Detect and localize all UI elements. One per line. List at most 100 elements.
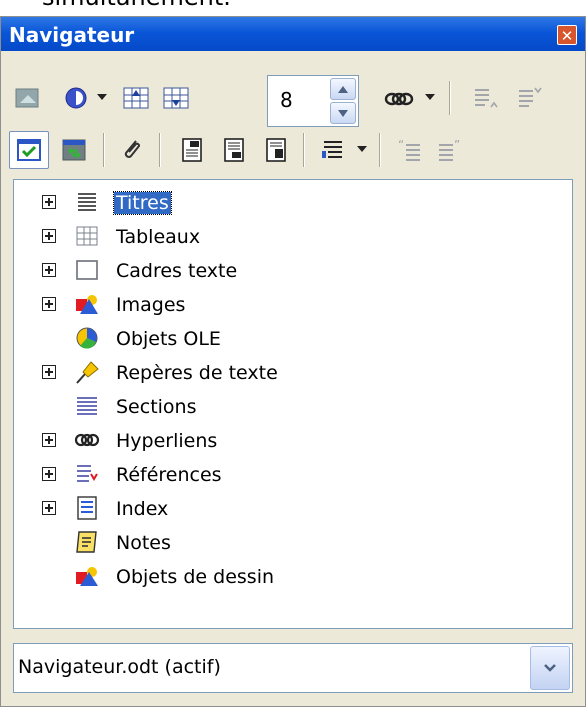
note-icon bbox=[76, 531, 97, 553]
expand-toggle[interactable] bbox=[42, 195, 56, 209]
anchor-button[interactable] bbox=[259, 133, 293, 167]
tree-row[interactable]: Images bbox=[14, 288, 572, 322]
navigation-button[interactable] bbox=[59, 81, 93, 115]
next-button[interactable] bbox=[159, 81, 193, 115]
dropdown-arrow-icon bbox=[357, 146, 367, 152]
demote-level-button[interactable] bbox=[513, 81, 547, 115]
image-icon bbox=[76, 295, 98, 314]
svg-text:“: “ bbox=[398, 138, 404, 152]
toolbar-separator bbox=[303, 133, 304, 167]
expand-toggle[interactable] bbox=[42, 501, 56, 515]
navigator-window: Navigateur ✕ 8 “ ” Titres Tableaux Cadre… bbox=[0, 16, 586, 707]
anchor-icon bbox=[266, 138, 286, 162]
tree-item-label: Objets de dessin bbox=[116, 566, 275, 588]
toggle-button[interactable] bbox=[11, 81, 45, 115]
svg-text:”: ” bbox=[454, 138, 460, 152]
navigator-tree[interactable]: Titres Tableaux Cadres texte Images Obje… bbox=[13, 179, 573, 629]
tree-row[interactable]: Titres bbox=[14, 186, 572, 220]
demote-chapter-button[interactable]: ” bbox=[433, 133, 467, 167]
previous-button[interactable] bbox=[119, 81, 153, 115]
tree-row[interactable]: Objets de dessin bbox=[14, 560, 572, 594]
drag-mode-icon bbox=[384, 92, 414, 106]
document-select-value: Navigateur.odt (actif) bbox=[18, 656, 221, 678]
content-view-icon bbox=[17, 139, 41, 161]
heading-levels-icon bbox=[322, 141, 342, 158]
tree-row[interactable]: Repères de texte bbox=[14, 356, 572, 390]
footer-icon bbox=[224, 138, 244, 162]
document-select-button[interactable] bbox=[530, 646, 570, 690]
tree-row[interactable]: Cadres texte bbox=[14, 254, 572, 288]
tree-item-label: Tableaux bbox=[116, 226, 201, 248]
headings-icon bbox=[78, 193, 96, 211]
demote-level-icon bbox=[519, 87, 542, 107]
window-title: Navigateur bbox=[9, 23, 135, 47]
tree-row[interactable]: Sections bbox=[14, 390, 572, 424]
close-button[interactable]: ✕ bbox=[557, 25, 577, 45]
dropdown-arrow-icon bbox=[97, 94, 107, 100]
demote-chapter-icon: ” bbox=[439, 138, 460, 161]
table-icon bbox=[76, 226, 98, 246]
spin-down-button[interactable] bbox=[330, 102, 356, 124]
sections-icon bbox=[77, 397, 97, 415]
tree-row[interactable]: Hyperliens bbox=[14, 424, 572, 458]
document-select[interactable]: Navigateur.odt (actif) bbox=[13, 643, 573, 693]
promote-chapter-icon: “ bbox=[398, 138, 420, 161]
chevron-down-icon bbox=[338, 109, 348, 117]
tree-item-label: Sections bbox=[116, 396, 197, 418]
expand-toggle[interactable] bbox=[42, 229, 56, 243]
drawing-object-icon bbox=[76, 567, 98, 586]
tree-row[interactable]: Index bbox=[14, 492, 572, 526]
promote-level-icon bbox=[475, 89, 498, 108]
edit-button[interactable] bbox=[115, 133, 149, 167]
expand-toggle[interactable] bbox=[42, 467, 56, 481]
footer-button[interactable] bbox=[217, 133, 251, 167]
drag-mode-dropdown[interactable] bbox=[421, 89, 439, 107]
heading-levels-button[interactable] bbox=[317, 133, 351, 167]
promote-chapter-button[interactable]: “ bbox=[393, 133, 427, 167]
spin-up-button[interactable] bbox=[330, 78, 356, 100]
spin-buttons bbox=[330, 78, 356, 124]
toolbar-separator bbox=[379, 133, 380, 167]
chevron-down-icon bbox=[544, 664, 556, 672]
bookmark-pin-icon bbox=[76, 361, 99, 384]
promote-level-button[interactable] bbox=[469, 81, 503, 115]
update-icon bbox=[62, 139, 86, 161]
tree-row[interactable]: Tableaux bbox=[14, 220, 572, 254]
tree-item-label: Cadres texte bbox=[116, 260, 238, 282]
caption-text: simultanément. bbox=[42, 0, 231, 11]
expand-toggle[interactable] bbox=[42, 365, 56, 379]
dropdown-arrow-icon bbox=[425, 94, 435, 100]
toolbar-separator bbox=[103, 133, 104, 167]
tree-item-label: Repères de texte bbox=[116, 362, 278, 384]
ole-object-icon bbox=[76, 327, 98, 349]
hyperlink-icon bbox=[74, 433, 100, 447]
header-button[interactable] bbox=[175, 133, 209, 167]
expand-toggle[interactable] bbox=[42, 263, 56, 277]
references-icon bbox=[77, 465, 98, 482]
tree-item-label: Hyperliens bbox=[116, 430, 218, 452]
next-icon bbox=[163, 87, 189, 109]
previous-icon bbox=[123, 87, 149, 109]
heading-level-spinbox[interactable]: 8 bbox=[267, 75, 359, 127]
tree-item-label: Titres bbox=[113, 191, 172, 215]
chevron-up-icon bbox=[338, 85, 348, 93]
paperclip-icon bbox=[124, 140, 140, 158]
navigation-icon bbox=[65, 87, 87, 109]
tree-item-label: Objets OLE bbox=[116, 328, 221, 350]
tree-row[interactable]: Références bbox=[14, 458, 572, 492]
heading-levels-dropdown[interactable] bbox=[353, 141, 371, 159]
tree-item-label: Notes bbox=[116, 532, 171, 554]
navigation-dropdown[interactable] bbox=[93, 89, 111, 107]
expand-toggle[interactable] bbox=[42, 433, 56, 447]
update-button[interactable] bbox=[57, 133, 91, 167]
title-bar[interactable]: Navigateur ✕ bbox=[1, 17, 585, 51]
tree-item-label: Images bbox=[116, 294, 186, 316]
index-icon bbox=[77, 496, 97, 520]
spin-value: 8 bbox=[280, 88, 293, 112]
drag-mode-button[interactable] bbox=[381, 83, 417, 115]
text-frame-icon bbox=[76, 260, 98, 280]
tree-row[interactable]: Objets OLE bbox=[14, 322, 572, 356]
expand-toggle[interactable] bbox=[42, 297, 56, 311]
tree-row[interactable]: Notes bbox=[14, 526, 572, 560]
content-view-button[interactable] bbox=[9, 131, 49, 169]
